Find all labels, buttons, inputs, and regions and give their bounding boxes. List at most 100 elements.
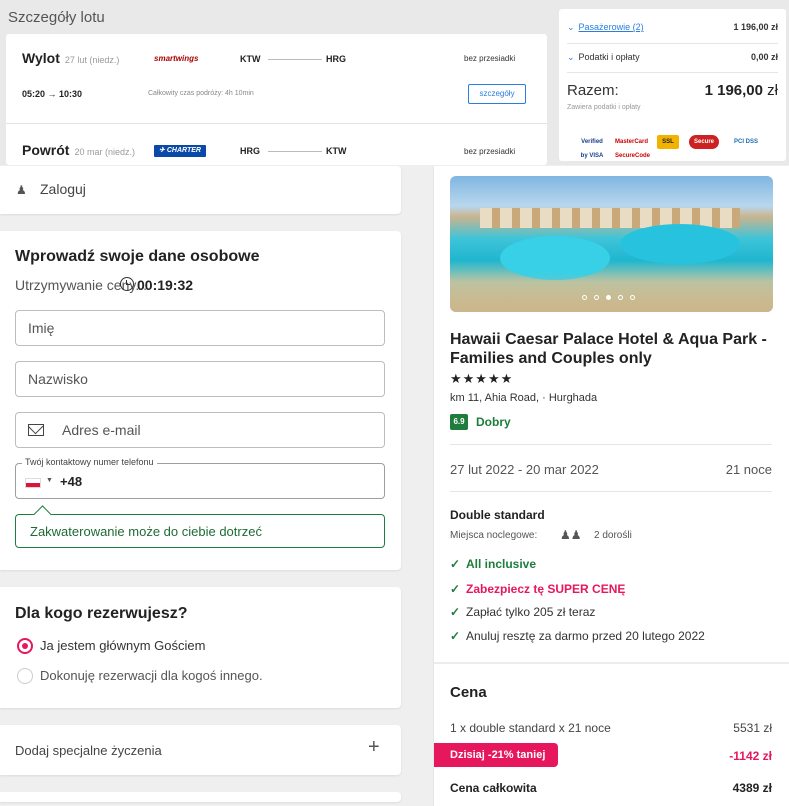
- radio-other-label[interactable]: Dokonuję rezerwacji dla kogoś innego.: [40, 668, 263, 683]
- price-title: Cena: [450, 684, 487, 701]
- hotel-summary-panel: Hawaii Caesar Palace Hotel & Aqua Park -…: [433, 166, 789, 806]
- rating-badge: 6.9: [450, 414, 468, 430]
- charter-logo: ✈ CHARTER: [154, 145, 206, 157]
- outbound-to: HRG: [326, 54, 346, 64]
- photo-sand: [450, 272, 773, 312]
- passengers-value: 1 196,00 zł: [733, 22, 778, 32]
- special-requests-card[interactable]: Dodaj specjalne życzenia +: [0, 725, 401, 775]
- passengers-row[interactable]: ⌄ Pasażerowie (2) 1 196,00 zł: [567, 22, 778, 33]
- hotel-name: Hawaii Caesar Palace Hotel & Aqua Park -…: [450, 331, 767, 367]
- flight-section-title: Szczegóły lotu: [8, 9, 105, 26]
- login-link[interactable]: Zaloguj: [40, 181, 86, 197]
- check-icon: ✓: [450, 557, 461, 571]
- phone-prefix: +48: [60, 474, 83, 489]
- email-input[interactable]: [62, 413, 372, 447]
- poland-flag-icon[interactable]: [25, 478, 41, 488]
- divider: [434, 662, 789, 664]
- email-field[interactable]: [15, 412, 385, 448]
- tip-text: Zakwaterowanie może do ciebie dotrzeć: [30, 524, 262, 539]
- first-name-input[interactable]: [28, 311, 368, 345]
- includes-note: Zawiera podatki i opłaty: [567, 104, 641, 111]
- radio-other[interactable]: [17, 668, 33, 684]
- hotel-stars: ★★★★★: [450, 371, 514, 386]
- phone-field[interactable]: Twój kontaktowy numer telefonu ▼ +48: [15, 457, 385, 499]
- discount-value: -1142 zł: [729, 749, 772, 763]
- carousel-dot[interactable]: [594, 295, 599, 300]
- smartwings-logo: smartwings: [154, 54, 199, 63]
- chevron-down-icon: ⌄: [567, 22, 575, 32]
- price-line-value: 5531 zł: [733, 721, 772, 735]
- first-name-field[interactable]: [15, 310, 385, 346]
- flight-divider: [6, 123, 547, 124]
- last-name-input[interactable]: [28, 362, 368, 396]
- outbound-times: 05:20 → 10:30: [22, 89, 83, 99]
- check-icon: ✓: [450, 582, 461, 596]
- payment-logos: Verified by VISA MasterCard SecureCode S…: [579, 135, 769, 159]
- carousel-dot-active[interactable]: [606, 295, 611, 300]
- total-value: 1 196,00 zł: [704, 82, 778, 99]
- check-icon: ✓: [450, 629, 461, 643]
- stay-nights: 21 noce: [725, 462, 772, 477]
- booking-for-card: Dla kogo rezerwujesz? Ja jestem głównym …: [0, 587, 401, 708]
- total-label: Razem:: [567, 82, 619, 99]
- places-label: Miejsca noclegowe:: [450, 530, 538, 541]
- mastercard-logo: MasterCard SecureCode: [615, 139, 651, 159]
- divider: [567, 72, 778, 73]
- plus-icon[interactable]: +: [368, 736, 380, 759]
- feature-cancel: ✓ Anuluj resztę za darmo przed 20 lutego …: [450, 629, 705, 643]
- outbound-stops: bez przesiadki: [464, 54, 516, 63]
- room-type: Double standard: [450, 508, 545, 522]
- booking-for-title: Dla kogo rezerwujesz?: [15, 605, 188, 622]
- price-summary-card: ⌄ Pasażerowie (2) 1 196,00 zł ⌄ Podatki i …: [559, 9, 786, 161]
- flight-details-panel: Szczegóły lotu Wylot 27 lut (niedz.) smar…: [0, 0, 789, 165]
- ssl-logo: SSL: [657, 135, 679, 149]
- caret-down-icon[interactable]: ▼: [46, 477, 53, 484]
- check-icon: ✓: [450, 605, 461, 619]
- secure-logo: Secure: [689, 135, 719, 149]
- verified-visa-logo: Verified by VISA: [580, 139, 604, 159]
- feature-super-price: ✓ Zabezpiecz tę SUPER CENĘ: [450, 582, 626, 596]
- hold-timer: 00:19:32: [137, 277, 194, 293]
- carousel-dot[interactable]: [582, 295, 587, 300]
- radio-self[interactable]: [17, 638, 33, 654]
- user-icon: ♟: [16, 183, 27, 197]
- feature-pay-now: ✓ Zapłać tylko 205 zł teraz: [450, 605, 596, 619]
- return-label: Powrót 20 mar (niedz.): [22, 142, 135, 158]
- price-line-label: 1 x double standard x 21 noce: [450, 721, 611, 735]
- last-name-field[interactable]: [15, 361, 385, 397]
- outbound-date: 27 lut (niedz.): [64, 55, 120, 65]
- outbound-from: KTW: [240, 54, 261, 64]
- adults-count: 2 dorośli: [594, 530, 632, 541]
- details-button[interactable]: szczegóły: [468, 84, 526, 104]
- outbound-duration: Całkowity czas podróży: 4h 10min: [148, 90, 254, 97]
- taxes-value: 0,00 zł: [750, 52, 778, 62]
- carousel-dot[interactable]: [630, 295, 635, 300]
- route-line: [268, 151, 322, 152]
- mail-icon: [28, 424, 44, 436]
- hotel-photo[interactable]: [450, 176, 773, 312]
- phone-legend: Twój kontaktowy numer telefonu: [22, 457, 157, 467]
- personal-title: Wprowadź swoje dane osobowe: [15, 248, 260, 265]
- return-date: 20 mar (niedz.): [74, 147, 135, 157]
- special-requests-label[interactable]: Dodaj specjalne życzenia: [15, 743, 162, 758]
- carousel-dot[interactable]: [618, 295, 623, 300]
- radio-self-label[interactable]: Ja jestem głównym Gościem: [40, 638, 205, 653]
- divider: [450, 491, 772, 492]
- photo-pool: [620, 224, 740, 264]
- next-card: [0, 792, 401, 802]
- pci-dss-logo: PCI DSS: [733, 139, 758, 145]
- clock-icon: [120, 277, 134, 291]
- return-from: HRG: [240, 146, 260, 156]
- divider: [450, 444, 772, 445]
- login-card[interactable]: ♟ Zaloguj: [0, 166, 401, 214]
- taxes-row[interactable]: ⌄ Podatki i opłaty 0,00 zł: [567, 52, 778, 63]
- total-price-label: Cena całkowita: [450, 781, 537, 795]
- discount-badge: Dzisiaj -21% taniej: [434, 743, 558, 767]
- feature-all-inclusive: ✓ All inclusive: [450, 557, 537, 571]
- total-price-value: 4389 zł: [732, 781, 772, 795]
- personal-data-form: Wprowadź swoje dane osobowe Utrzymywanie…: [0, 231, 401, 570]
- people-icon: ♟♟: [560, 528, 582, 542]
- route-line: [268, 59, 322, 60]
- flight-card: Wylot 27 lut (niedz.) smartwings KTW HRG …: [6, 34, 547, 165]
- divider: [567, 43, 778, 44]
